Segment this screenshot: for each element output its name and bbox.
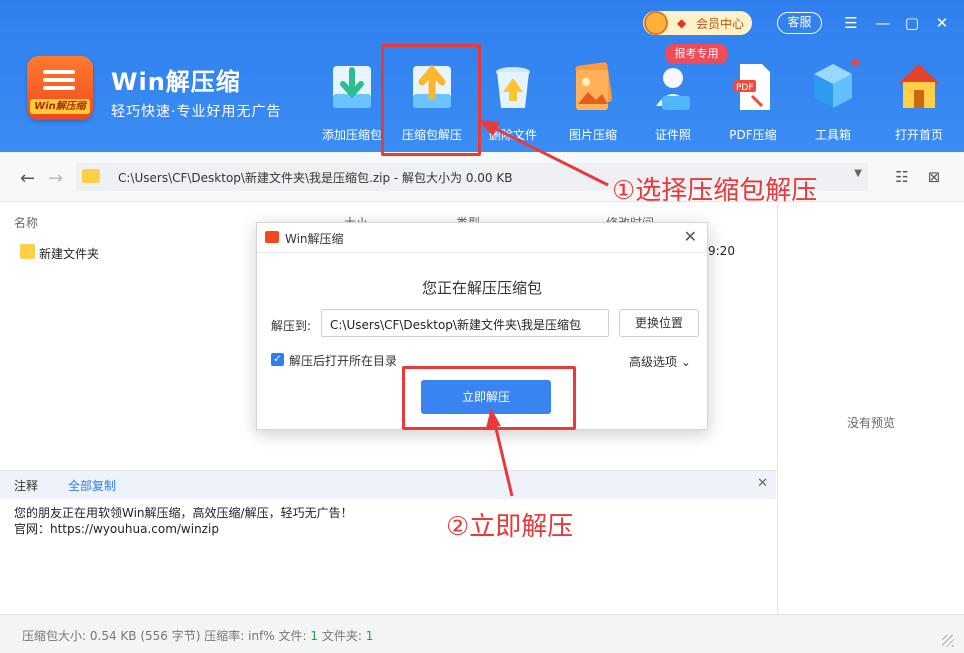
- annotation-step-1: ①选择压缩包解压: [612, 176, 818, 206]
- annotation-arrows: [478, 120, 609, 497]
- annotation-step-2: ②立即解压: [446, 512, 574, 542]
